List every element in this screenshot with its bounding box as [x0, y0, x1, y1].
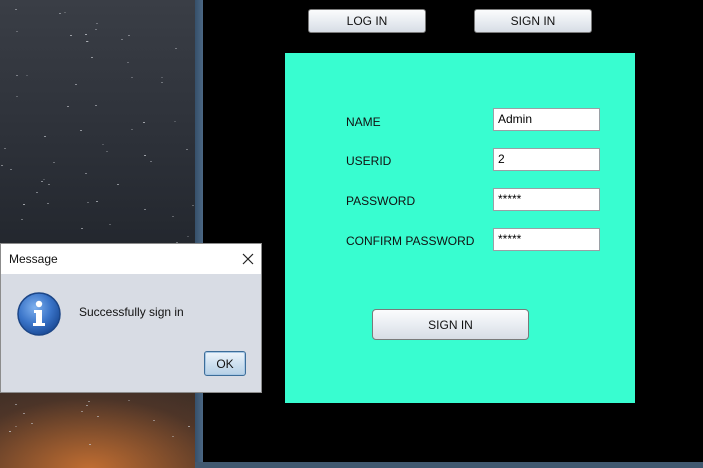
star-speck — [4, 148, 6, 149]
star-speck — [15, 9, 17, 10]
signin-tab-button[interactable]: SIGN IN — [474, 9, 592, 33]
star-speck — [117, 184, 119, 185]
star-speck — [64, 12, 66, 13]
star-speck — [144, 155, 146, 156]
star-speck — [131, 77, 133, 78]
star-speck — [102, 144, 104, 145]
star-speck — [161, 77, 163, 78]
star-speck — [81, 228, 83, 229]
login-tab-button[interactable]: LOG IN — [308, 9, 426, 33]
star-speck — [88, 401, 90, 402]
star-speck — [44, 136, 46, 137]
star-speck — [89, 444, 91, 445]
star-speck — [81, 411, 83, 412]
star-speck — [31, 423, 33, 424]
star-speck — [144, 209, 146, 210]
star-speck — [59, 13, 61, 14]
star-speck — [1, 165, 3, 166]
star-speck — [121, 39, 123, 40]
star-speck — [15, 426, 17, 427]
star-speck — [15, 404, 17, 405]
star-speck — [172, 216, 174, 217]
star-speck — [16, 75, 18, 76]
window-border-bottom — [195, 462, 703, 468]
star-speck — [86, 405, 88, 406]
star-speck — [36, 192, 38, 193]
star-speck — [128, 35, 130, 36]
star-speck — [106, 151, 108, 152]
confirm-password-label: CONFIRM PASSWORD — [346, 234, 475, 248]
star-speck — [188, 426, 190, 427]
star-speck — [43, 179, 45, 180]
dialog-title: Message — [9, 252, 58, 266]
star-speck — [143, 122, 145, 123]
star-speck — [131, 129, 133, 130]
star-speck — [53, 162, 55, 163]
userid-field[interactable]: 2 — [493, 148, 600, 171]
star-speck — [172, 436, 174, 437]
star-speck — [192, 205, 194, 206]
star-speck — [96, 23, 98, 24]
ok-button[interactable]: OK — [204, 351, 246, 376]
star-speck — [128, 400, 130, 401]
star-speck — [41, 181, 43, 182]
star-speck — [47, 203, 49, 204]
star-speck — [186, 149, 188, 150]
star-speck — [85, 173, 87, 174]
star-speck — [175, 48, 177, 49]
star-speck — [85, 34, 87, 35]
star-speck — [91, 57, 93, 58]
desktop-background — [0, 0, 200, 468]
star-speck — [150, 161, 152, 162]
star-speck — [70, 35, 72, 36]
star-speck — [187, 236, 189, 237]
star-speck — [67, 106, 69, 107]
star-speck — [161, 82, 163, 83]
message-dialog: Message Successfully sign in OK — [0, 243, 262, 393]
dialog-message: Successfully sign in — [79, 305, 184, 319]
star-speck — [109, 224, 111, 225]
star-speck — [87, 202, 89, 203]
star-speck — [16, 31, 18, 32]
star-speck — [21, 219, 23, 220]
star-speck — [96, 201, 98, 202]
star-speck — [23, 413, 25, 414]
dialog-titlebar[interactable]: Message — [1, 244, 261, 274]
star-speck — [95, 105, 97, 106]
signin-submit-button[interactable]: SIGN IN — [372, 309, 529, 340]
confirm-password-field[interactable]: ***** — [493, 228, 600, 251]
info-icon — [16, 291, 62, 337]
name-label: NAME — [346, 115, 381, 129]
star-speck — [16, 96, 18, 97]
window-border — [195, 0, 203, 468]
password-label: PASSWORD — [346, 194, 416, 208]
name-field[interactable]: Admin — [493, 108, 600, 131]
password-field[interactable]: ***** — [493, 188, 600, 211]
star-speck — [174, 121, 176, 122]
star-speck — [97, 416, 99, 417]
star-speck — [9, 431, 11, 432]
close-icon[interactable] — [237, 248, 259, 270]
star-speck — [80, 130, 82, 131]
signin-form-panel: NAME Admin USERID 2 PASSWORD ***** CONFI… — [285, 53, 635, 403]
star-speck — [48, 184, 50, 185]
star-speck — [75, 84, 77, 85]
star-speck — [26, 75, 28, 76]
star-speck — [86, 41, 88, 42]
star-speck — [23, 204, 25, 205]
star-speck — [127, 62, 129, 63]
star-speck — [10, 169, 12, 170]
userid-label: USERID — [346, 154, 392, 168]
star-speck — [153, 420, 155, 421]
star-speck — [95, 29, 97, 30]
